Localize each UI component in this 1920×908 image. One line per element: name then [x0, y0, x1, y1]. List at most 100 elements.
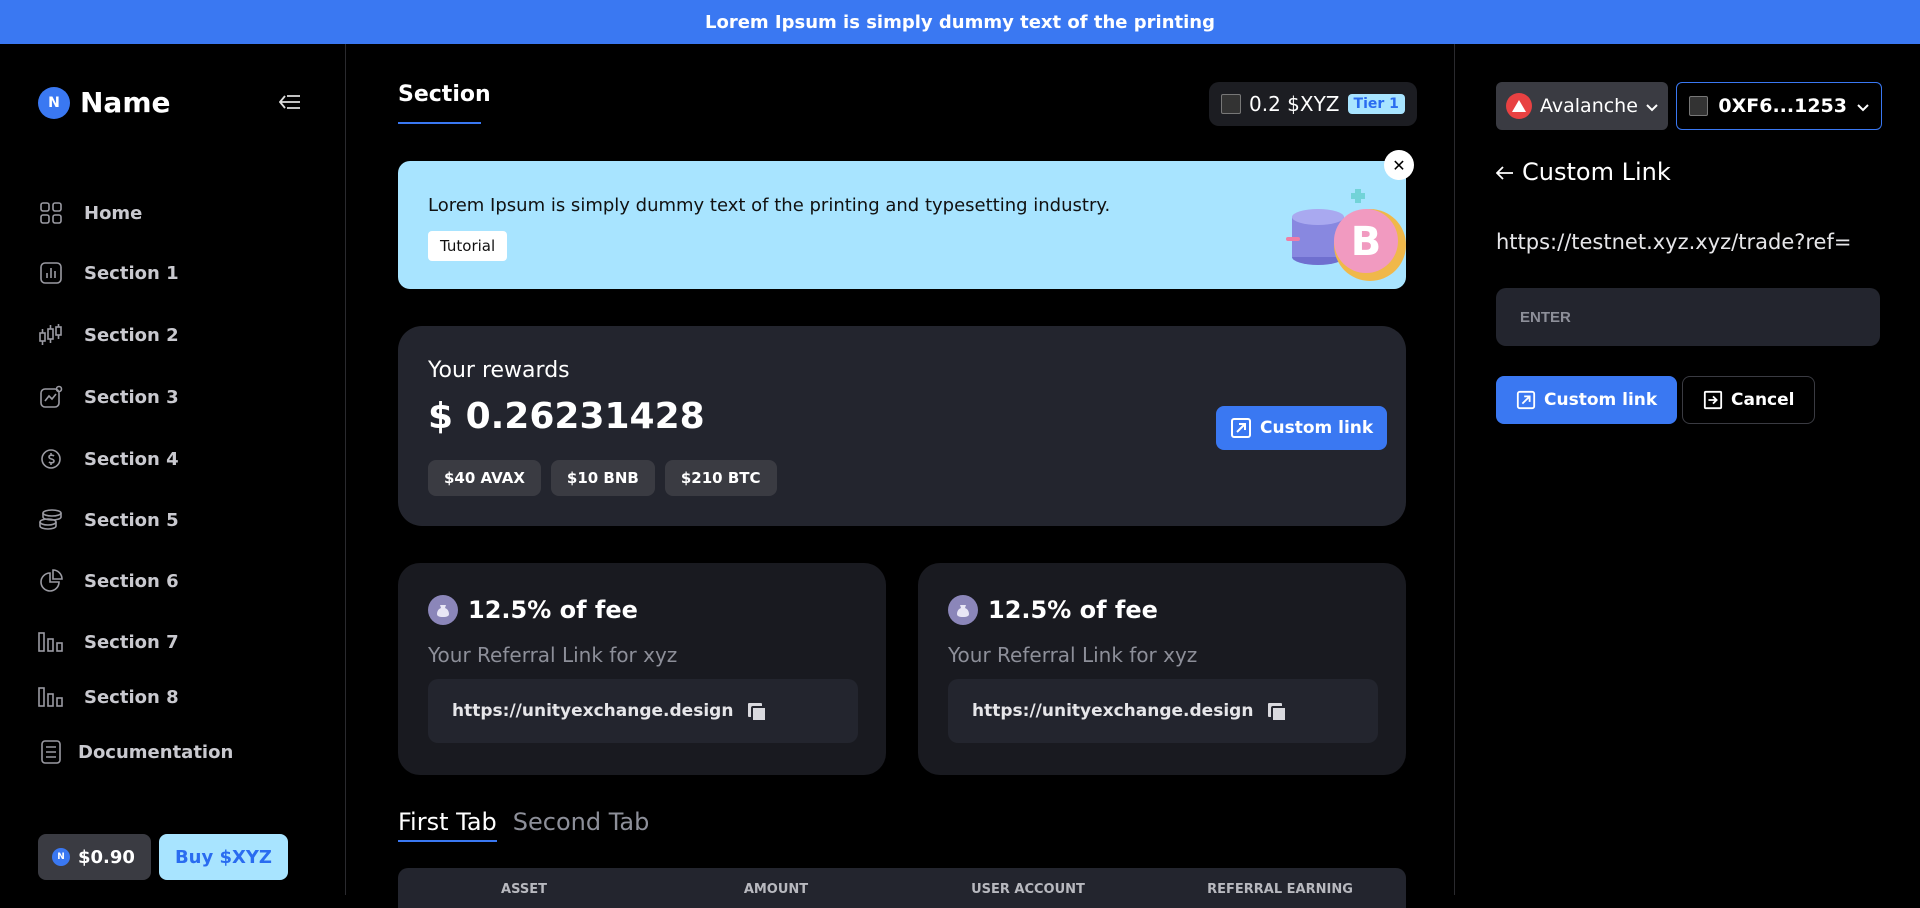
column-header: USER ACCOUNT	[971, 882, 1085, 897]
referral-base-url: https://testnet.xyz.xyz/trade?ref=	[1496, 230, 1852, 254]
sidebar-item-section-8[interactable]: Section 8	[38, 684, 179, 710]
coins-stack-icon	[38, 507, 64, 533]
coin-illustration-icon: B	[1286, 189, 1406, 281]
sidebar-item-home[interactable]: Home	[38, 200, 142, 226]
column-header: AMOUNT	[743, 882, 809, 897]
wallet-selector[interactable]: 0XF6...1253	[1676, 82, 1882, 130]
referral-link: https://unityexchange.design	[972, 701, 1254, 721]
svg-text:B: B	[1351, 219, 1382, 265]
sidebar-item-section-5[interactable]: Section 5	[38, 507, 179, 533]
token-image-icon	[1221, 94, 1241, 114]
column-header: REFERRAL EARNING	[1207, 882, 1353, 897]
referral-link: https://unityexchange.design	[452, 701, 734, 721]
page-title: Section	[398, 82, 491, 107]
copy-icon[interactable]	[1266, 701, 1288, 723]
cancel-label: Cancel	[1731, 390, 1795, 410]
sidebar-item-section-7[interactable]: Section 7	[38, 629, 179, 655]
network-name: Avalanche	[1540, 95, 1638, 117]
custom-link-button[interactable]: Custom link	[1216, 406, 1388, 450]
brand-logo: N	[38, 86, 70, 119]
referral-subtitle: Your Referral Link for xyz	[948, 643, 1198, 667]
sidebar-item-label: Home	[84, 202, 143, 224]
exit-icon	[1703, 390, 1723, 410]
sidebar-item-label: Section 8	[84, 686, 179, 708]
external-link-icon	[1516, 390, 1536, 410]
buy-token-button[interactable]: Buy $XYZ	[158, 834, 288, 880]
banner-text: Lorem Ipsum is simply dummy text of the …	[428, 195, 1111, 216]
title-underline	[398, 122, 481, 124]
network-selector[interactable]: Avalanche	[1496, 82, 1668, 130]
panel-title[interactable]: Custom Link	[1495, 158, 1671, 186]
sidebar-item-label: Documentation	[78, 741, 234, 763]
chevron-down-icon	[1646, 95, 1658, 117]
rewards-card: Your rewards $ 0.26231428 $40 AVAX $10 B…	[398, 326, 1406, 526]
announcement-text: Lorem Ipsum is simply dummy text of the …	[704, 11, 1215, 33]
reward-chips: $40 AVAX $10 BNB $210 BTC	[428, 460, 777, 496]
brand[interactable]: N Name	[38, 86, 171, 119]
avalanche-icon	[1506, 93, 1532, 119]
token-balance-chip[interactable]: 0.2 $XYZ Tier 1	[1209, 82, 1417, 126]
panel-title-text: Custom Link	[1522, 158, 1671, 186]
referral-subtitle: Your Referral Link for xyz	[428, 643, 678, 667]
sidebar-item-section-1[interactable]: Section 1	[38, 260, 179, 286]
reward-chip: $40 AVAX	[428, 460, 541, 496]
dollar-sync-icon	[38, 446, 64, 472]
cancel-button[interactable]: Cancel	[1682, 376, 1816, 424]
bars-icon	[38, 629, 64, 655]
tier-badge: Tier 1	[1347, 94, 1405, 114]
tab-second[interactable]: Second Tab	[513, 808, 650, 842]
referral-card: 12.5% of fee Your Referral Link for xyz …	[918, 563, 1406, 775]
sidebar-item-section-6[interactable]: Section 6	[38, 568, 179, 594]
column-header: ASSET	[501, 882, 547, 897]
token-price: N $0.90	[38, 834, 151, 880]
wallet-image-icon	[1689, 96, 1709, 116]
close-banner-icon[interactable]: ✕	[1384, 150, 1414, 180]
sidebar-item-section-4[interactable]: Section 4	[38, 446, 179, 472]
copy-icon[interactable]	[746, 701, 768, 723]
sidebar-item-label: Section 7	[84, 631, 179, 653]
create-custom-link-label: Custom link	[1544, 390, 1658, 410]
tab-first[interactable]: First Tab	[398, 808, 497, 842]
document-icon	[38, 739, 64, 765]
sidebar-item-label: Section 5	[84, 509, 179, 531]
custom-link-input[interactable]	[1496, 288, 1880, 346]
announcement-bar: Lorem Ipsum is simply dummy text of the …	[0, 0, 1920, 44]
sidebar-item-label: Section 3	[84, 386, 179, 408]
external-link-icon	[1231, 418, 1251, 438]
custom-link-label: Custom link	[1260, 418, 1374, 438]
money-bag-icon	[948, 595, 978, 625]
fee-text: 12.5% of fee	[988, 596, 1158, 624]
referral-link-box: https://unityexchange.design	[948, 679, 1378, 743]
arrow-left-icon	[1495, 158, 1514, 186]
table-header: ASSET AMOUNT USER ACCOUNT REFERRAL EARNI…	[398, 868, 1406, 908]
tutorial-button[interactable]: Tutorial	[428, 231, 508, 261]
token-logo: N	[52, 848, 70, 866]
sidebar-item-label: Section 2	[84, 324, 179, 346]
tab-bar: First Tab Second Tab	[398, 808, 649, 842]
rewards-label: Your rewards	[428, 358, 570, 383]
grid-icon	[38, 200, 64, 226]
sidebar-footer: N $0.90 Buy $XYZ	[38, 834, 288, 880]
referral-card: 12.5% of fee Your Referral Link for xyz …	[398, 563, 886, 775]
reward-chip: $210 BTC	[664, 460, 777, 496]
trend-chart-icon	[38, 384, 64, 410]
token-amount: 0.2 $XYZ	[1249, 92, 1340, 116]
collapse-sidebar-icon[interactable]	[276, 88, 304, 116]
candlestick-icon	[38, 322, 64, 348]
sidebar-item-documentation[interactable]: Documentation	[38, 739, 233, 765]
bar-chart-icon	[38, 260, 64, 286]
pie-chart-icon	[38, 568, 64, 594]
chevron-down-icon	[1857, 95, 1869, 117]
custom-link-panel: Avalanche 0XF6...1253 Custom Link https:…	[1456, 44, 1920, 895]
sidebar-item-section-2[interactable]: Section 2	[38, 322, 179, 348]
wallet-address: 0XF6...1253	[1718, 95, 1847, 117]
sidebar-item-section-3[interactable]: Section 3	[38, 384, 179, 410]
money-bag-icon	[428, 595, 458, 625]
fee-text: 12.5% of fee	[468, 596, 638, 624]
sidebar-item-label: Section 6	[84, 570, 179, 592]
sidebar-item-label: Section 4	[84, 448, 179, 470]
fee-title: 12.5% of fee	[428, 595, 638, 625]
referral-link-box: https://unityexchange.design	[428, 679, 858, 743]
create-custom-link-button[interactable]: Custom link	[1496, 376, 1678, 424]
brand-name: Name	[80, 86, 171, 119]
